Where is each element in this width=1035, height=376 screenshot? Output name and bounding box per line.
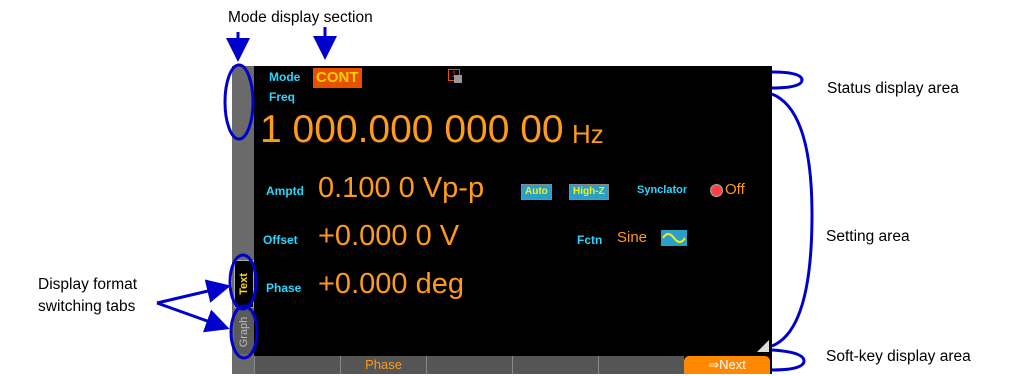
setting-area-bracket bbox=[771, 92, 814, 348]
status-area-bracket bbox=[771, 70, 804, 90]
mode-label: Mode bbox=[269, 70, 301, 84]
callout-display-format-tabs-line1: Display format bbox=[38, 276, 138, 293]
callout-display-format-tabs-line2: switching tabs bbox=[38, 298, 136, 315]
synclator-label: Synclator bbox=[637, 184, 688, 196]
callout-setting-area: Setting area bbox=[826, 228, 910, 245]
amptd-label: Amptd bbox=[266, 184, 304, 198]
softkey-1[interactable] bbox=[254, 356, 340, 374]
amptd-value[interactable]: 0.100 0 Vp-p bbox=[318, 170, 484, 206]
mode-section-arrows bbox=[226, 27, 337, 62]
offset-value[interactable]: +0.000 0 V bbox=[318, 218, 459, 254]
fctn-label: Fctn bbox=[577, 233, 603, 247]
tab-text[interactable]: Text bbox=[234, 260, 254, 308]
auto-chip[interactable]: Auto bbox=[521, 184, 552, 200]
softkey-5[interactable] bbox=[598, 356, 684, 374]
tab-graph[interactable]: Graph bbox=[234, 310, 254, 354]
soft-key-bar: Phase ⇒Next bbox=[254, 356, 770, 374]
sine-wave-icon bbox=[661, 230, 687, 246]
freq-label: Freq bbox=[269, 90, 296, 104]
softkey-4[interactable] bbox=[512, 356, 598, 374]
offset-label: Offset bbox=[263, 233, 298, 247]
high-z-chip[interactable]: High-Z bbox=[569, 184, 609, 200]
mode-value-badge: CONT bbox=[313, 68, 362, 88]
softkey-phase[interactable]: Phase bbox=[340, 356, 426, 374]
callout-status-display-area: Status display area bbox=[827, 80, 959, 97]
softkey-area-bracket bbox=[771, 348, 806, 372]
phase-value[interactable]: +0.000 deg bbox=[318, 266, 464, 302]
phase-label: Phase bbox=[266, 281, 302, 295]
fctn-value[interactable]: Sine bbox=[617, 229, 647, 246]
synclator-value[interactable]: Off bbox=[725, 181, 745, 198]
callout-soft-key-display-area: Soft-key display area bbox=[826, 348, 971, 365]
softkey-3[interactable] bbox=[426, 356, 512, 374]
synclator-status-icon bbox=[711, 185, 722, 196]
callout-mode-display-section: Mode display section bbox=[228, 9, 373, 26]
softkey-next[interactable]: ⇒Next bbox=[684, 356, 770, 374]
tab-text-label: Text bbox=[238, 273, 250, 295]
freq-unit: Hz bbox=[572, 119, 604, 149]
sine-wave-icon-glyph bbox=[662, 233, 686, 243]
tab-graph-label: Graph bbox=[238, 316, 250, 348]
channel-indicator-box bbox=[454, 75, 462, 83]
freq-value[interactable]: 1 000.000 000 00 bbox=[260, 107, 564, 153]
tab-callout-arrows bbox=[156, 279, 231, 333]
